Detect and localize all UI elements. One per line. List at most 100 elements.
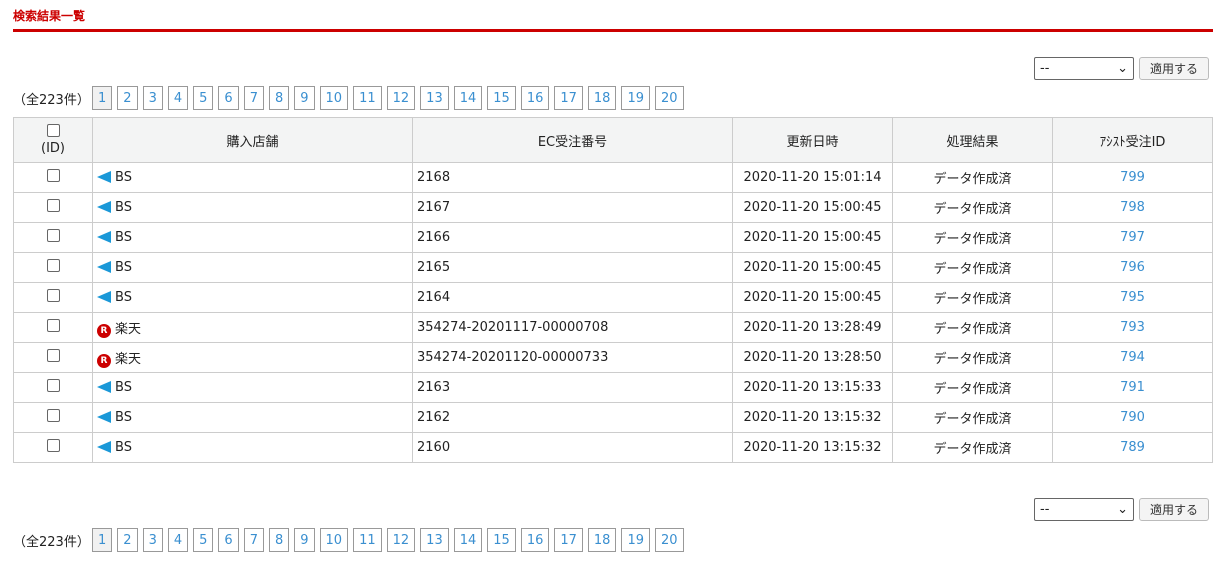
store-name: BS xyxy=(115,380,132,395)
page-link-14[interactable]: 14 xyxy=(453,528,483,552)
page-link-4[interactable]: 4 xyxy=(167,86,189,110)
assist-id-link[interactable]: 790 xyxy=(1052,402,1213,433)
assist-id-link[interactable]: 799 xyxy=(1052,162,1213,193)
page-link-20[interactable]: 20 xyxy=(655,528,684,552)
page-link-3[interactable]: 3 xyxy=(142,528,163,552)
page-link-11[interactable]: 11 xyxy=(353,528,382,552)
page-link-12[interactable]: 12 xyxy=(386,528,416,552)
page-link-5[interactable]: 5 xyxy=(193,86,214,110)
result-cell: データ作成済 xyxy=(892,432,1053,463)
page-link-5[interactable]: 5 xyxy=(193,528,214,552)
page-link-7[interactable]: 7 xyxy=(243,528,264,552)
ec-order-cell: 2168 xyxy=(412,162,733,193)
page-link-17[interactable]: 17 xyxy=(554,528,583,552)
page-link-6[interactable]: 6 xyxy=(218,86,239,110)
ec-order-cell: 2162 xyxy=(412,402,733,433)
page-link-10[interactable]: 10 xyxy=(319,86,349,110)
updated-cell: 2020-11-20 13:28:49 xyxy=(732,312,893,343)
page-link-9[interactable]: 9 xyxy=(294,86,315,110)
updated-cell: 2020-11-20 15:00:45 xyxy=(732,282,893,313)
pagination-top: （全223件） 1 2 3 4 5 6 7 8 9 10 11 12 13 14 15 16 17 18 19 20 xyxy=(13,86,684,110)
row-checkbox[interactable] xyxy=(46,169,60,182)
ec-order-cell: 354274-20201117-00000708 xyxy=(412,312,733,343)
store-cell: BS xyxy=(92,402,413,433)
page-link-20[interactable]: 20 xyxy=(655,86,684,110)
page-link-12[interactable]: 12 xyxy=(386,86,416,110)
row-select-cell xyxy=(13,282,93,313)
row-checkbox[interactable] xyxy=(46,439,60,452)
row-checkbox[interactable] xyxy=(46,379,60,392)
page-link-9[interactable]: 9 xyxy=(294,528,315,552)
page-link-2[interactable]: 2 xyxy=(117,86,138,110)
assist-id-link[interactable]: 797 xyxy=(1052,222,1213,253)
store-cell: BS xyxy=(92,252,413,283)
action-select[interactable]: -- ⌄ xyxy=(1034,57,1134,80)
assist-id-link[interactable]: 798 xyxy=(1052,192,1213,223)
page-title: 検索結果一覧 xyxy=(13,9,86,23)
store-name: BS xyxy=(115,440,132,455)
page-link-10[interactable]: 10 xyxy=(319,528,349,552)
page-link-3[interactable]: 3 xyxy=(142,86,163,110)
row-select-cell xyxy=(13,372,93,403)
page-link-15[interactable]: 15 xyxy=(487,86,516,110)
result-cell: データ作成済 xyxy=(892,282,1053,313)
page-link-8[interactable]: 8 xyxy=(268,528,290,552)
row-checkbox[interactable] xyxy=(46,229,60,242)
page-link-2[interactable]: 2 xyxy=(117,528,138,552)
assist-id-link[interactable]: 793 xyxy=(1052,312,1213,343)
row-checkbox[interactable] xyxy=(46,409,60,422)
assist-id-link[interactable]: 796 xyxy=(1052,252,1213,283)
page-link-16[interactable]: 16 xyxy=(520,86,550,110)
page-link-11[interactable]: 11 xyxy=(353,86,382,110)
store-name: 楽天 xyxy=(115,321,142,337)
row-checkbox[interactable] xyxy=(46,199,60,212)
page-link-16[interactable]: 16 xyxy=(520,528,550,552)
bs-flag-icon xyxy=(97,231,111,243)
table-row: BS 2166 2020-11-20 15:00:45 データ作成済 797 xyxy=(13,222,1213,253)
store-name: BS xyxy=(115,410,132,425)
page-link-1[interactable]: 1 xyxy=(92,528,113,552)
apply-button[interactable]: 適用する xyxy=(1139,498,1209,521)
assist-id-link[interactable]: 794 xyxy=(1052,342,1213,373)
chevron-down-icon: ⌄ xyxy=(1117,61,1128,76)
row-select-cell xyxy=(13,402,93,433)
bulk-action-top: -- ⌄ 適用する xyxy=(1034,57,1209,80)
page-link-15[interactable]: 15 xyxy=(487,528,516,552)
chevron-down-icon: ⌄ xyxy=(1117,502,1128,517)
page-link-18[interactable]: 18 xyxy=(587,86,617,110)
updated-cell: 2020-11-20 13:28:50 xyxy=(732,342,893,373)
total-count: （全223件） xyxy=(13,534,90,550)
row-checkbox[interactable] xyxy=(46,259,60,272)
store-name: BS xyxy=(115,230,132,245)
assist-id-link[interactable]: 791 xyxy=(1052,372,1213,403)
ec-order-cell: 2167 xyxy=(412,192,733,223)
page-link-17[interactable]: 17 xyxy=(554,86,583,110)
page-link-14[interactable]: 14 xyxy=(453,86,483,110)
action-select[interactable]: -- ⌄ xyxy=(1034,498,1134,521)
row-checkbox[interactable] xyxy=(46,289,60,302)
page-link-4[interactable]: 4 xyxy=(167,528,189,552)
page-link-13[interactable]: 13 xyxy=(420,528,449,552)
page-link-19[interactable]: 19 xyxy=(621,528,650,552)
results-table: (ID) 購入店舗 EC受注番号 更新日時 処理結果 ｱｼｽﾄ受注ID BS 2… xyxy=(13,117,1213,463)
assist-id-link[interactable]: 795 xyxy=(1052,282,1213,313)
page-link-19[interactable]: 19 xyxy=(621,86,650,110)
row-checkbox[interactable] xyxy=(46,349,60,362)
table-row: BS 2160 2020-11-20 13:15:32 データ作成済 789 xyxy=(13,432,1213,463)
page-link-13[interactable]: 13 xyxy=(420,86,449,110)
page-link-18[interactable]: 18 xyxy=(587,528,617,552)
select-all-checkbox[interactable] xyxy=(46,124,60,137)
bs-flag-icon xyxy=(97,381,111,393)
apply-button[interactable]: 適用する xyxy=(1139,57,1209,80)
page-link-1[interactable]: 1 xyxy=(92,86,113,110)
page-link-7[interactable]: 7 xyxy=(243,86,264,110)
page-link-8[interactable]: 8 xyxy=(268,86,290,110)
result-header: 処理結果 xyxy=(892,117,1053,163)
row-checkbox[interactable] xyxy=(46,319,60,332)
ec-order-cell: 354274-20201120-00000733 xyxy=(412,342,733,373)
table-row: BS 2163 2020-11-20 13:15:33 データ作成済 791 xyxy=(13,372,1213,403)
page-link-6[interactable]: 6 xyxy=(218,528,239,552)
ec-order-cell: 2163 xyxy=(412,372,733,403)
pagination-bottom: （全223件） 1 2 3 4 5 6 7 8 9 10 11 12 13 14 15 16 17 18 19 20 xyxy=(13,528,684,552)
assist-id-link[interactable]: 789 xyxy=(1052,432,1213,463)
